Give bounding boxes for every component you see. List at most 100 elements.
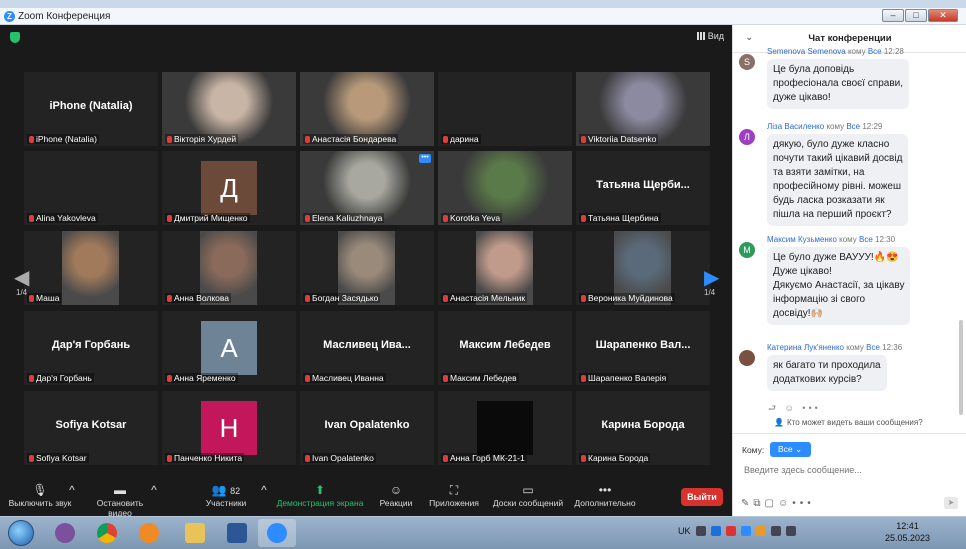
screenshot-icon[interactable]: ⧉ [753, 498, 764, 509]
audio-options-caret[interactable]: ^ [64, 482, 80, 498]
participant-tile[interactable]: Alina Yakovleva [24, 151, 158, 225]
reactions-button[interactable]: ☺ Реакции [374, 482, 418, 508]
participant-tile[interactable]: дарина [438, 72, 572, 146]
message-bubble[interactable]: дякую, було дуже класно почути такий ціка… [767, 134, 909, 226]
participant-tile[interactable]: Татьяна Щерби... Татьяна Щербина [576, 151, 710, 225]
participant-tile[interactable]: Анна Волкова [162, 231, 296, 305]
message-line: будь ласка розказати як [773, 195, 885, 206]
participant-display-name: Ivan Opalatenko [324, 419, 410, 431]
maximize-button[interactable]: □ [905, 9, 927, 22]
participant-tile[interactable]: ••• Elena Kaliuzhnaya [300, 151, 434, 225]
participants-button[interactable]: 👥 82 Участники [200, 482, 252, 508]
message-to[interactable]: Все [868, 47, 882, 56]
participant-tile[interactable]: Маша [24, 231, 158, 305]
participant-label: Максим Лебедев [441, 373, 519, 383]
message-line: дуже цікаво! [773, 92, 831, 103]
participant-tile[interactable]: Д Дмитрий Мищенко [162, 151, 296, 225]
zoom-tray-icon[interactable] [740, 526, 751, 536]
file-icon[interactable]: ▢ [765, 498, 778, 509]
participant-tile[interactable]: Максим Лебедев Максим Лебедев [438, 311, 572, 385]
participant-display-name: iPhone (Natalia) [49, 100, 133, 112]
participant-tile[interactable]: Ivan Opalatenko Ivan Opalatenko [300, 391, 434, 465]
chrome-taskbar-app[interactable] [88, 519, 126, 547]
next-page-arrow-icon[interactable]: ▶ [704, 265, 719, 290]
antivirus-icon[interactable] [725, 526, 736, 536]
participant-tile[interactable]: Вероника Муйдинова [576, 231, 710, 305]
network-icon[interactable] [770, 526, 781, 536]
leave-button[interactable]: Выйти [681, 488, 723, 506]
participant-tile[interactable]: А Анна Яременко [162, 311, 296, 385]
who-can-see-link[interactable]: 👤 Кто может видеть ваши сообщения? [774, 418, 923, 427]
message-line: досвіду!🙌🏼 [773, 308, 823, 319]
word-taskbar-app[interactable] [218, 519, 256, 547]
message-header: Максим Кузьменко кому Все 12:30 [767, 235, 895, 244]
participant-tile[interactable]: Анастасія Бондарева [300, 72, 434, 146]
message-to[interactable]: Все [866, 343, 880, 352]
recipient-select[interactable]: Все ⌄ [770, 442, 811, 457]
zoom-taskbar-app[interactable] [258, 519, 296, 547]
whiteboards-button[interactable]: ▭ Доски сообщений [490, 482, 566, 508]
more-dots-icon[interactable]: ••• [792, 498, 815, 509]
reaction-smiley-icon: ☺ [389, 483, 403, 497]
clock[interactable]: 12:41 25.05.2023 [885, 520, 930, 544]
message-to-prefix: кому [846, 343, 864, 352]
tile-more-icon[interactable]: ••• [419, 154, 431, 163]
participant-tile[interactable]: Шарапенко Вал... Шарапенко Валерія [576, 311, 710, 385]
tray-icon[interactable] [695, 526, 706, 536]
close-button[interactable]: ✕ [928, 9, 958, 22]
muted-mic-icon [29, 374, 34, 382]
participant-label: Анна Яременко [165, 373, 238, 383]
shield-icon[interactable] [10, 32, 20, 43]
participant-tile[interactable]: Карина Борода Карина Борода [576, 391, 710, 465]
participant-tile[interactable]: Анна Горб МК-21-1 [438, 391, 572, 465]
update-icon[interactable] [755, 526, 766, 536]
language-indicator[interactable]: UK [678, 526, 691, 536]
participants-caret[interactable]: ^ [256, 482, 272, 498]
message-to[interactable]: Все [859, 235, 873, 244]
message-to[interactable]: Все [846, 122, 860, 131]
message-actions[interactable]: ⮐ ☺ ••• [768, 401, 821, 417]
participant-tile[interactable]: Анастасія Мельник [438, 231, 572, 305]
chat-compose: Кому: Все ⌄ ✎⧉▢☺••• ➤ [733, 433, 966, 516]
muted-mic-icon [581, 374, 586, 382]
prev-page-arrow-icon[interactable]: ◀ [14, 265, 29, 290]
participant-tile[interactable]: Вікторія Хурдей [162, 72, 296, 146]
participant-tile[interactable]: Korotka Yeva [438, 151, 572, 225]
chat-message-input[interactable] [744, 465, 954, 475]
volume-icon[interactable] [785, 526, 796, 536]
participant-tile[interactable]: Богдан Засядько [300, 231, 434, 305]
video-options-caret[interactable]: ^ [146, 482, 162, 498]
mute-button[interactable]: 🎙 Выключить звук [8, 482, 72, 508]
start-button[interactable] [8, 520, 34, 546]
participant-avatar: Н [201, 401, 257, 455]
participant-label: Korotka Yeva [441, 213, 503, 223]
message-bubble[interactable]: як багато ти проходила додаткових курсів? [767, 355, 887, 391]
apps-button[interactable]: ⛶ Приложения [426, 482, 482, 508]
message-line: Це було дуже ВАУУУ!🔥😍 [773, 252, 899, 263]
window-title: Zoom Конференция [18, 10, 111, 22]
participant-tile[interactable]: iPhone (Natalia) iPhone (Natalia) [24, 72, 158, 146]
format-icon[interactable]: ✎ [741, 498, 753, 509]
participant-label: Анастасія Бондарева [303, 134, 399, 144]
participant-tile[interactable]: Масливец Ива... Масливец Иванна [300, 311, 434, 385]
explorer-taskbar-app[interactable] [176, 519, 214, 547]
participant-tile[interactable]: Viktoriia Datsenko [576, 72, 710, 146]
muted-mic-icon [29, 214, 34, 222]
message-bubble[interactable]: Це була доповідь професіонала своєї справ… [767, 59, 910, 109]
more-button[interactable]: ••• Дополнительно [572, 482, 638, 508]
participant-tile[interactable]: Н Панченко Никита [162, 391, 296, 465]
share-screen-button[interactable]: ⬆ Демонстрация экрана [276, 482, 364, 508]
media-player-icon [139, 523, 159, 543]
viber-taskbar-app[interactable] [46, 519, 84, 547]
chat-scrollbar[interactable] [959, 320, 963, 415]
emoji-icon[interactable]: ☺ [778, 498, 792, 509]
message-bubble[interactable]: Це було дуже ВАУУУ!🔥😍 Дуже цікаво! Дякуємо… [767, 247, 911, 325]
media-player-taskbar-app[interactable] [130, 519, 168, 547]
participant-tile[interactable]: Дар'я Горбань Дар'я Горбань [24, 311, 158, 385]
view-button[interactable]: Вид [696, 31, 724, 41]
minimize-button[interactable]: – [882, 9, 904, 22]
help-icon[interactable] [710, 526, 721, 536]
send-button[interactable]: ➤ [944, 497, 958, 509]
message-time: 12:29 [862, 122, 883, 131]
participant-tile[interactable]: Sofiya Kotsar Sofiya Kotsar [24, 391, 158, 465]
